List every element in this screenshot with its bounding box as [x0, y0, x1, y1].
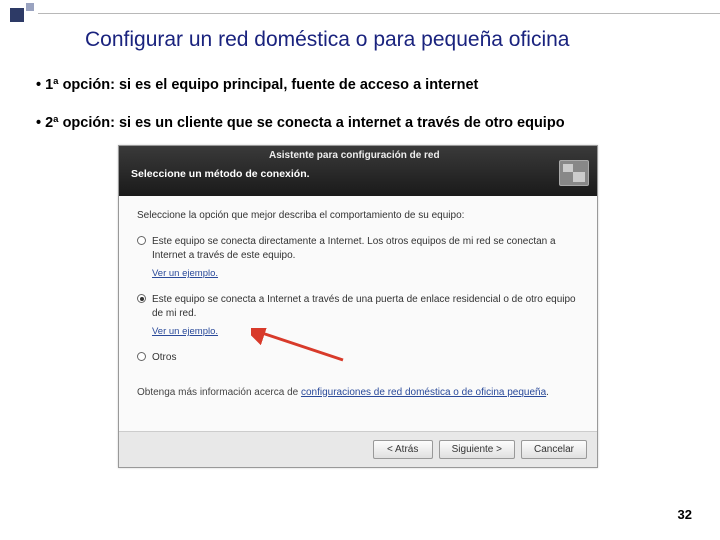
option-1-label: Este equipo se conecta directamente a In…: [152, 235, 579, 262]
option-2-label: Este equipo se conecta a Internet a trav…: [152, 293, 579, 320]
page-number: 32: [678, 507, 692, 522]
option-3-label: Otros: [152, 351, 176, 365]
radio-option-2[interactable]: [137, 294, 146, 303]
wizard-subtitle: Seleccione un método de conexión.: [131, 168, 310, 180]
radio-option-1[interactable]: [137, 236, 146, 245]
wizard-prompt: Seleccione la opción que mejor describa …: [137, 210, 579, 221]
wizard-header: Asistente para configuración de red Sele…: [119, 146, 597, 196]
bottom-info-prefix: Obtenga más información acerca de: [137, 387, 301, 398]
wizard-dialog: Asistente para configuración de red Sele…: [118, 145, 598, 468]
example-link-2[interactable]: Ver un ejemplo.: [152, 326, 218, 337]
wizard-window-title: Asistente para configuración de red: [269, 150, 440, 161]
wizard-footer: < Atrás Siguiente > Cancelar: [119, 431, 597, 467]
wizard-body: Seleccione la opción que mejor describa …: [119, 196, 597, 431]
option-3-row[interactable]: Otros: [137, 351, 579, 365]
option-2-row[interactable]: Este equipo se conecta a Internet a trav…: [137, 293, 579, 320]
slide-title: Configurar un red doméstica o para peque…: [85, 28, 569, 52]
option-1-row[interactable]: Este equipo se conecta directamente a In…: [137, 235, 579, 262]
slide-decoration: [0, 0, 720, 24]
example-link-1[interactable]: Ver un ejemplo.: [152, 268, 218, 279]
bullet-1: 1ª opción: si es el equipo principal, fu…: [36, 75, 684, 95]
deco-square-big: [10, 8, 24, 22]
radio-option-3[interactable]: [137, 352, 146, 361]
deco-line: [38, 13, 720, 14]
deco-square-small: [26, 3, 34, 11]
bottom-info: Obtenga más información acerca de config…: [137, 387, 579, 398]
bullet-2: 2ª opción: si es un cliente que se conec…: [36, 113, 684, 133]
next-button[interactable]: Siguiente >: [439, 440, 515, 459]
network-icon: [559, 160, 589, 186]
config-link[interactable]: configuraciones de red doméstica o de of…: [301, 387, 546, 398]
bullet-list: 1ª opción: si es el equipo principal, fu…: [36, 75, 684, 152]
back-button[interactable]: < Atrás: [373, 440, 433, 459]
cancel-button[interactable]: Cancelar: [521, 440, 587, 459]
